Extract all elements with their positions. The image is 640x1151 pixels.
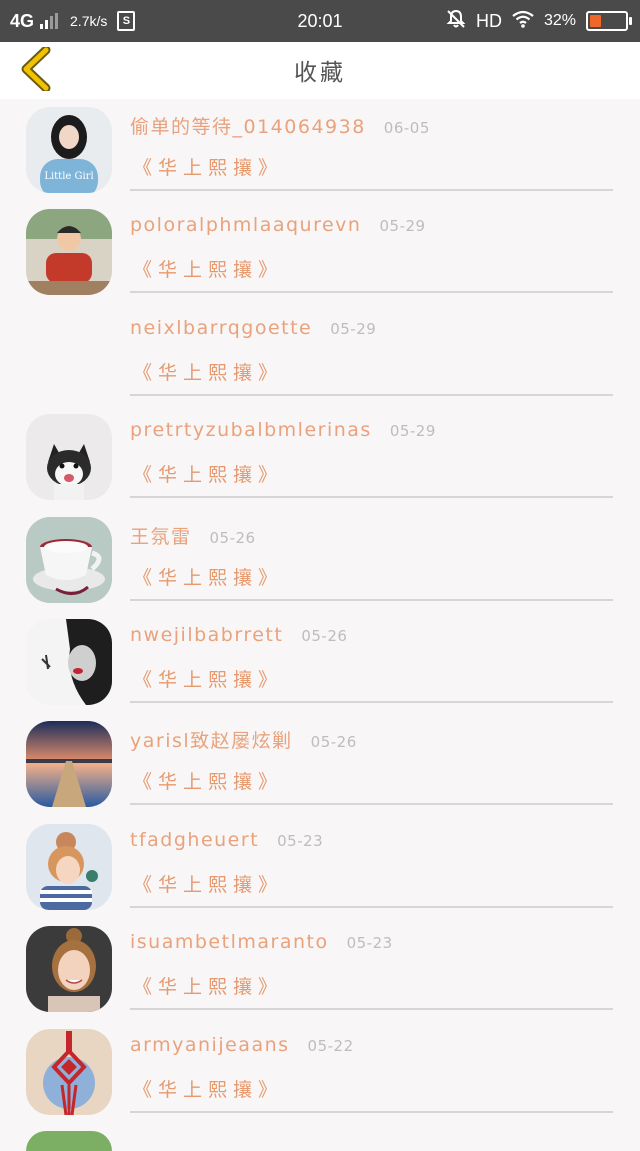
bell-muted-icon [446, 9, 466, 34]
list-item[interactable]: 王氛雷 05-26 《华上熙攘》 [0, 509, 640, 611]
status-bar: 4G 2.7k/s S 20:01 HD 32% [0, 0, 640, 42]
user-row: poloralphmlaaqurevn 05-29 [130, 214, 426, 236]
hd-indicator: HD [475, 10, 502, 31]
user-row: armyanijeaans 05-22 [130, 1034, 354, 1056]
divider [130, 291, 613, 294]
favorite-date: 05-23 [346, 934, 393, 953]
book-title-link[interactable]: 《华上熙攘》 [133, 563, 283, 590]
username[interactable]: tfadgheuert [130, 829, 259, 851]
divider [130, 1110, 613, 1113]
battery-level [590, 15, 601, 27]
favorite-date: 05-29 [389, 422, 436, 441]
network-type: 4G [10, 10, 35, 31]
divider [130, 189, 613, 191]
list-item[interactable]: Little Girl 偷单的等待_014064938 06-05 《华上熙攘》 [0, 99, 640, 201]
svg-text:Little Girl: Little Girl [44, 171, 93, 182]
divider [130, 905, 613, 908]
list-item[interactable]: neixlbarrqgoette 05-29 《华上熙攘》 [0, 304, 640, 406]
user-row: isuambetlmaranto 05-23 [130, 931, 393, 953]
list-item[interactable]: armyanijeaans 05-22 《华上熙攘》 [0, 1021, 640, 1123]
username[interactable]: yarisl致赵屡炫剿 [130, 726, 293, 753]
page-title: 收藏 [294, 60, 346, 86]
avatar[interactable] [26, 618, 112, 705]
favorite-date: 05-26 [209, 528, 256, 547]
favorite-date: 05-26 [310, 733, 357, 752]
user-row: 偷单的等待_014064938 06-05 [130, 112, 430, 139]
favorite-date: 05-29 [330, 319, 377, 338]
divider [130, 803, 613, 806]
book-title-link[interactable]: 《华上熙攘》 [133, 972, 283, 999]
favorite-date: 05-29 [379, 217, 426, 236]
wifi-icon [512, 10, 534, 33]
favorites-list: Little Girl 偷单的等待_014064938 06-05 《华上熙攘》 pol… [0, 99, 640, 1123]
s-app-icon: S [117, 11, 136, 31]
status-left: 4G 2.7k/s S [10, 0, 136, 42]
username[interactable]: armyanijeaans [130, 1034, 290, 1056]
list-item[interactable]: poloralphmlaaqurevn 05-29 《华上熙攘》 [0, 201, 640, 303]
favorite-date: 05-26 [301, 626, 348, 645]
battery-icon [586, 11, 632, 31]
signal-icon [40, 13, 59, 29]
username[interactable]: neixlbarrqgoette [130, 317, 312, 339]
avatar[interactable]: Little Girl [26, 107, 112, 193]
username[interactable]: pretrtyzubalbmlerinas [130, 419, 372, 441]
status-right: HD 32% [446, 0, 632, 42]
network-speed: 2.7k/s [70, 13, 108, 29]
book-title-link[interactable]: 《华上熙攘》 [133, 255, 283, 282]
chevron-left-icon [19, 45, 53, 95]
battery-percent: 32% [543, 12, 576, 29]
book-title-link[interactable]: 《华上熙攘》 [133, 460, 283, 487]
username[interactable]: 王氛雷 [130, 522, 192, 549]
list-item[interactable]: isuambetlmaranto 05-23 《华上熙攘》 [0, 918, 640, 1020]
favorite-date: 05-23 [277, 831, 324, 850]
user-row: tfadgheuert 05-23 [130, 829, 323, 851]
username[interactable]: nwejilbabrrett [130, 624, 283, 646]
user-row: pretrtyzubalbmlerinas 05-29 [130, 419, 436, 441]
username[interactable]: poloralphmlaaqurevn [130, 214, 361, 236]
avatar[interactable] [26, 209, 112, 296]
divider [130, 598, 613, 601]
back-button[interactable] [14, 45, 58, 95]
user-row: nwejilbabrrett 05-26 [130, 624, 347, 646]
user-row: yarisl致赵屡炫剿 05-26 [130, 726, 357, 753]
avatar[interactable] [26, 1028, 112, 1115]
username[interactable]: isuambetlmaranto [130, 931, 329, 953]
avatar[interactable] [26, 414, 112, 501]
avatar[interactable] [26, 516, 112, 603]
avatar[interactable] [26, 721, 112, 808]
divider [130, 496, 613, 499]
divider [130, 393, 613, 396]
list-item[interactable]: nwejilbabrrett 05-26 《华上熙攘》 [0, 611, 640, 713]
avatar-partial [26, 1131, 112, 1151]
book-title-link[interactable]: 《华上熙攘》 [133, 665, 283, 692]
list-item[interactable]: pretrtyzubalbmlerinas 05-29 《华上熙攘》 [0, 406, 640, 508]
user-row: 王氛雷 05-26 [130, 522, 256, 549]
nav-bar: 收藏 [0, 42, 640, 99]
username[interactable]: 偷单的等待_014064938 [130, 112, 366, 139]
avatar[interactable] [26, 926, 112, 1013]
list-item[interactable]: tfadgheuert 05-23 《华上熙攘》 [0, 816, 640, 918]
book-title-link[interactable]: 《华上熙攘》 [133, 358, 283, 385]
favorite-date: 06-05 [383, 119, 430, 137]
favorite-date: 05-22 [307, 1036, 354, 1055]
divider [130, 1008, 613, 1011]
book-title-link[interactable]: 《华上熙攘》 [133, 767, 283, 794]
user-row: neixlbarrqgoette 05-29 [130, 317, 376, 339]
book-title-link[interactable]: 《华上熙攘》 [133, 870, 283, 897]
book-title-link[interactable]: 《华上熙攘》 [133, 153, 283, 180]
avatar[interactable] [26, 823, 112, 910]
book-title-link[interactable]: 《华上熙攘》 [133, 1075, 283, 1102]
divider [130, 700, 613, 703]
list-item[interactable]: yarisl致赵屡炫剿 05-26 《华上熙攘》 [0, 713, 640, 815]
